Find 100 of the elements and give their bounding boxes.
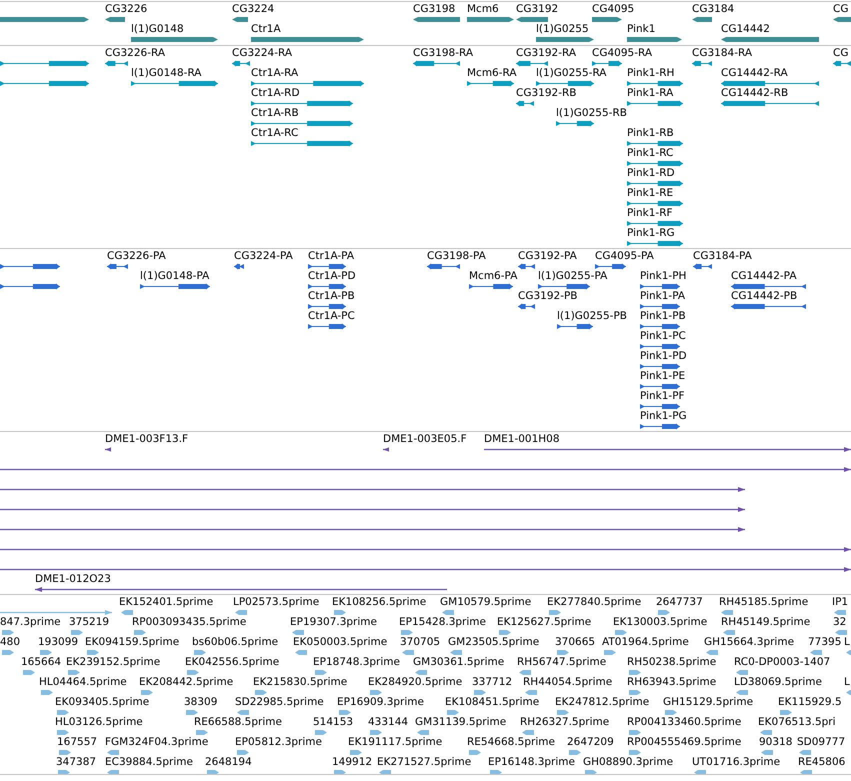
feature-label: CG3226-PA [107,250,166,263]
feature-label: RP004133460.5prime [627,716,742,729]
feature-label: Ctr1A-RD [251,87,300,100]
feature-label: Ctr1A-RA [251,67,298,80]
feature-label: Ctr1A-RB [251,107,299,120]
feature-label: EK284920.5prime [368,676,462,689]
feature-label: CG3184-PA [693,250,752,263]
feature-label: EK108256.5prime [332,596,426,609]
feature-label: Pink1-PH [640,270,686,283]
feature-label: GM30361.5prime [413,656,504,669]
feature-label: EK152401.5prime [119,596,214,609]
feature-label: UT01716.3prime [692,756,780,769]
feature-label: GM31139.5prime [415,716,506,729]
feature-label: EP16148.3prime [488,756,575,769]
feature-label: CG14442 [721,23,770,36]
feature-label: l(1)G0255-PA [538,270,608,283]
feature-label: l(1)G0255-RA [536,67,606,80]
feature-label: CG3192 [516,3,558,16]
feature-label: RE66588.5prime [194,716,282,729]
feature-label: Ctr1A-PB [308,290,355,303]
feature-label: l(1)G0255-PB [557,310,627,323]
feature-label: Ctr1A-RC [251,127,298,140]
feature-label: Pink1-PF [640,390,685,403]
feature-label: CG4095-RA [592,47,652,60]
feature-label: EP18748.3prime [313,656,400,669]
feature-label: 375219 [69,616,110,629]
feature-label: CG3192-PB [518,290,578,303]
feature-label: EK076513.5pri [758,716,836,729]
feature-label: CG3198-RA [413,47,474,60]
feature-label: GM23505.5prime [448,636,540,649]
feature-label: EK108451.5prime [445,696,540,709]
feature-label: Ctr1A-PD [308,270,356,283]
feature-label: bs60b06.5prime [192,636,278,649]
feature-label: 337712 [472,676,512,689]
feature-label: Mcm6 [467,3,499,16]
feature-label: RH45149.5prime [721,616,810,629]
feature-label: EK093405.5prime [55,696,150,709]
feature-label: CG14442-RB [721,87,788,100]
feature-label: Mcm6-RA [467,67,517,80]
feature-label: CG3184 [692,3,734,16]
feature-label: DME1-012O23 [35,573,111,586]
feature-label: EK191117.5prime [348,736,442,749]
feature-label: L [844,636,850,649]
feature-label: CG3226-RA [105,47,166,60]
feature-label: EK247812.5prime [555,696,650,709]
feature-label: 2647737 [656,596,703,609]
feature-label: RE54668.5prime [467,736,555,749]
feature-label: CG3192-PA [518,250,577,263]
feature-label: EK239152.5prime [66,656,160,669]
feature-label: CG3198 [413,3,456,16]
feature-label: 370665 [555,636,596,649]
feature-label: 433144 [368,716,408,729]
feature-label: AT01964.5prime [602,636,689,649]
feature-label: CG3224-PA [234,250,293,263]
feature-label: GH15664.3prime [704,636,794,649]
feature-label: Pink1 [627,23,656,36]
feature-label: RH56747.5prime [517,656,606,669]
feature-label: RH50238.5prime [627,656,716,669]
feature-label: Ctr1A [251,23,281,36]
feature-label: Pink1-PC [640,330,686,343]
feature-label: l(1)G0255 [536,23,589,36]
feature-label: EK042556.5prime [185,656,280,669]
feature-label: IP1 [832,596,848,609]
feature-label: CG [833,47,848,60]
feature-label: Pink1-RB [627,127,674,140]
feature-label: Pink1-PG [640,410,687,423]
feature-label: EP16909.3prime [337,696,424,709]
feature-label: RH63943.5prime [627,676,716,689]
feature-label: CG [833,3,848,16]
feature-label: FGM324F04.3prime [105,736,208,749]
feature-label: EK208442.5prime [139,676,234,689]
feature-label: HL03126.5prime [55,716,143,729]
feature-label: 370705 [400,636,440,649]
feature-label: Pink1-RE [627,187,674,200]
feature-label: EK130003.5prime [613,616,708,629]
feature-label: CG3224-RA [232,47,292,60]
feature-label: 77395 [808,636,842,649]
feature-label: 347387 [56,756,96,769]
feature-label: 149912 [332,756,372,769]
feature-label: SD09777 [797,736,846,749]
feature-label: l(1)G0148-RA [131,67,202,80]
feature-label: l(1)G0148-PA [140,270,210,283]
feature-label: CG3226 [105,3,148,16]
feature-label: CG14442-PB [731,290,798,303]
feature-label: RH26327.5prime [520,716,610,729]
feature-label: EC39884.5prime [105,756,193,769]
feature-label: CG3224 [232,3,274,16]
feature-label: 32 [833,616,846,629]
feature-label: 2647209 [567,736,614,749]
feature-label: EP15428.3prime [399,616,486,629]
feature-label: CG14442-PA [731,270,797,283]
feature-label: DME1-001H08 [484,433,560,446]
feature-label: Ctr1A-PC [308,310,355,323]
feature-label: EK115929.5 [778,696,842,709]
feature-label: l(1)G0255-RB [556,107,627,120]
feature-label: CG3192-RB [516,87,576,100]
feature-label: 2648194 [205,756,252,769]
feature-label: EK125627.5prime [497,616,592,629]
feature-label: LD38069.5prime [734,676,822,689]
feature-label: 165664 [21,656,62,669]
